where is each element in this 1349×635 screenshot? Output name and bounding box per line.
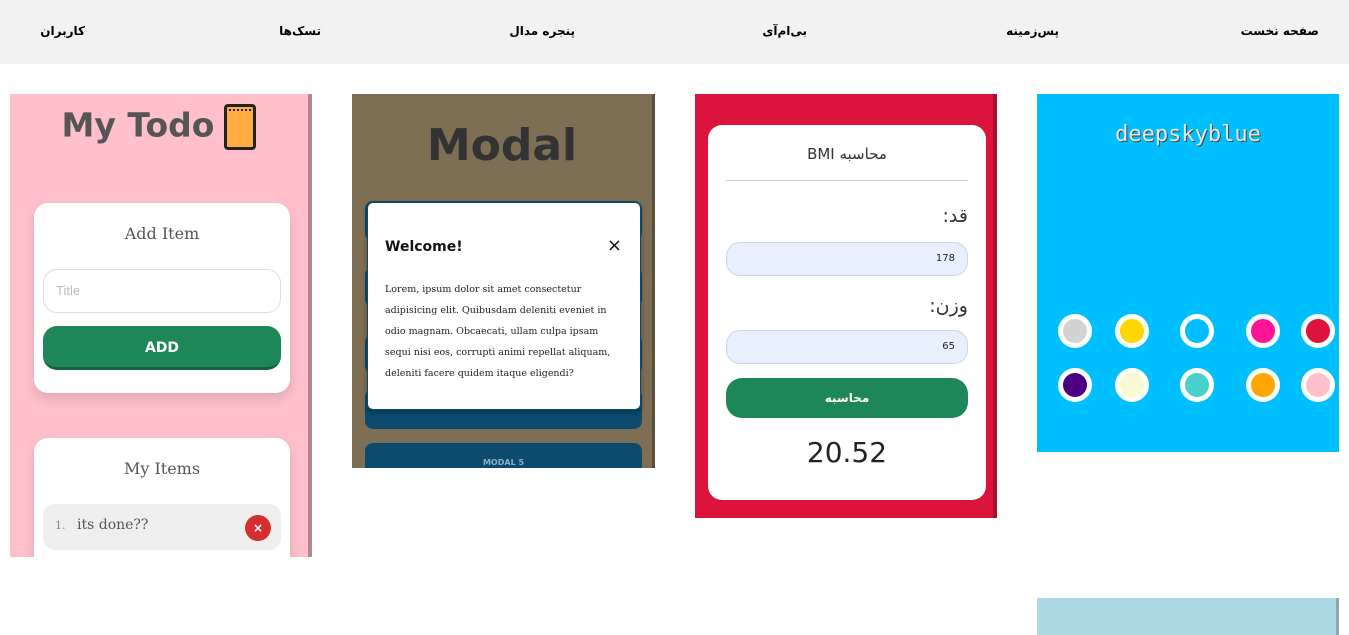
modal-5-button[interactable]: MODAL 5 bbox=[365, 443, 642, 468]
nav-link-bmi[interactable]: بی‌ام‌آی bbox=[762, 24, 807, 38]
color-swatch-crimson[interactable] bbox=[1301, 314, 1335, 348]
nav-link-modal[interactable]: پنجره مدال bbox=[509, 24, 575, 38]
nav-link-users[interactable]: کاربران bbox=[40, 24, 85, 38]
modal-header: Welcome! bbox=[385, 239, 463, 255]
nav-link-tasks[interactable]: تسک‌ها bbox=[279, 24, 321, 38]
weight-label: وزن: bbox=[929, 295, 968, 317]
add-item-panel: Add Item Title ADD bbox=[34, 203, 290, 393]
color-swatch-lightgray[interactable] bbox=[1058, 314, 1092, 348]
color-swatch-deepskyblue[interactable] bbox=[1180, 314, 1214, 348]
modal-page-title: Modal bbox=[426, 120, 578, 171]
title-input[interactable]: Title bbox=[43, 269, 281, 313]
bmi-app-preview[interactable]: محاسبه BMI قد: 178 وزن: 65 محاسبه 20.52 bbox=[695, 94, 997, 518]
color-name-title: deepskyblue bbox=[1115, 122, 1261, 147]
add-item-heading: Add Item bbox=[124, 224, 200, 243]
color-swatch-orange[interactable] bbox=[1246, 368, 1280, 402]
color-swatch-deeppink[interactable] bbox=[1246, 314, 1280, 348]
modal-app-preview[interactable]: Modal MODAL 5 Welcome! × Lorem, ipsum do… bbox=[352, 94, 655, 468]
bmi-card: محاسبه BMI قد: 178 وزن: 65 محاسبه 20.52 bbox=[708, 125, 986, 500]
add-button[interactable]: ADD bbox=[43, 326, 281, 370]
height-input[interactable]: 178 bbox=[726, 242, 968, 276]
notepad-icon bbox=[224, 104, 257, 150]
background-color-preview[interactable]: deepskyblue bbox=[1037, 94, 1339, 452]
next-card-preview[interactable] bbox=[1037, 598, 1339, 635]
bmi-result: 20.52 bbox=[806, 436, 888, 469]
nav-link-home[interactable]: صفحه نخست bbox=[1241, 24, 1319, 38]
item-text: its done?? bbox=[77, 517, 149, 533]
color-swatch-pink[interactable] bbox=[1301, 368, 1335, 402]
delete-icon[interactable]: × bbox=[245, 515, 271, 541]
height-label: قد: bbox=[942, 205, 968, 227]
my-items-panel: My Items 1. its done?? × bbox=[34, 438, 290, 557]
modal-dialog: Welcome! × Lorem, ipsum dolor sit amet c… bbox=[367, 202, 641, 410]
nav-link-background[interactable]: پس‌زمینه bbox=[1006, 24, 1059, 38]
bmi-title: محاسبه BMI bbox=[726, 145, 968, 181]
modal-body: Lorem, ipsum dolor sit amet consectetur … bbox=[385, 284, 611, 379]
color-swatch-indigo[interactable] bbox=[1058, 368, 1092, 402]
top-nav: صفحه نخست پس‌زمینه بی‌ام‌آی پنجره مدال ت… bbox=[0, 0, 1349, 64]
color-swatch-lightgoldenrodyellow[interactable] bbox=[1115, 368, 1149, 402]
todo-title: My Todo bbox=[10, 104, 308, 150]
color-swatch-mediumturquoise[interactable] bbox=[1180, 368, 1214, 402]
weight-input[interactable]: 65 bbox=[726, 330, 968, 364]
close-icon[interactable]: × bbox=[607, 235, 622, 256]
list-item: 1. its done?? × bbox=[43, 504, 281, 550]
my-items-heading: My Items bbox=[123, 459, 201, 478]
calculate-button[interactable]: محاسبه bbox=[726, 378, 968, 418]
color-swatch-gold[interactable] bbox=[1115, 314, 1149, 348]
todo-app-preview[interactable]: My Todo Add Item Title ADD My Items 1. i… bbox=[10, 94, 312, 557]
item-number: 1. bbox=[55, 519, 66, 532]
